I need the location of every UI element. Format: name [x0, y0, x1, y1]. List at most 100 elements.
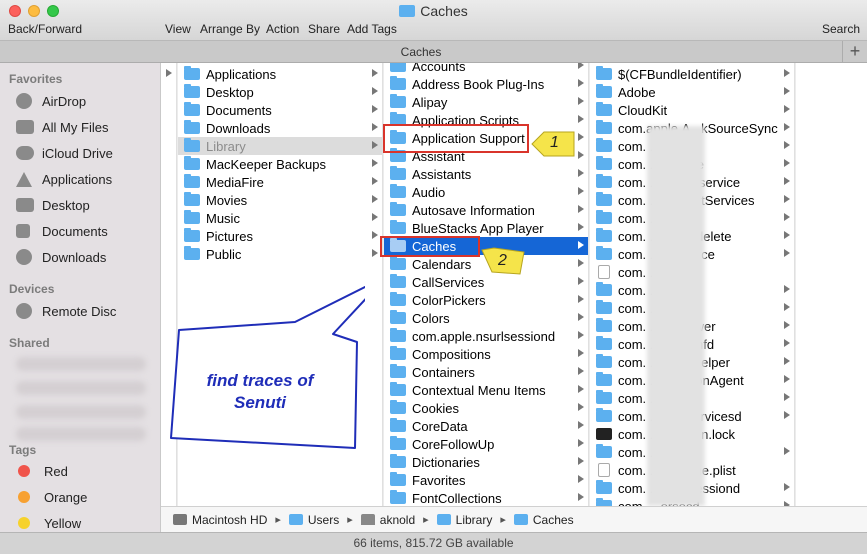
sidebar-tag-yellow[interactable]: Yellow: [16, 513, 81, 532]
list-item[interactable]: MacKeeper Backups: [178, 155, 382, 173]
list-item[interactable]: $(CFBundleIdentifier): [590, 65, 794, 83]
column-empty[interactable]: [796, 63, 867, 506]
path-library[interactable]: Library: [436, 513, 492, 527]
search-button[interactable]: Search: [822, 22, 860, 36]
terminal-icon: [596, 428, 612, 440]
path-users[interactable]: Users: [288, 513, 339, 527]
path-macintosh-hd[interactable]: Macintosh HD: [173, 513, 267, 527]
list-item[interactable]: Alipay: [384, 93, 588, 111]
list-item[interactable]: MediaFire: [178, 173, 382, 191]
list-item[interactable]: Dictionaries: [384, 453, 588, 471]
list-item-label: Colors: [412, 310, 450, 326]
folder-icon: [596, 210, 612, 224]
folder-icon: [596, 480, 612, 494]
arrange-by-button[interactable]: Arrange By: [200, 22, 260, 36]
folder-icon: [184, 156, 200, 170]
list-item[interactable]: Adobe: [590, 83, 794, 101]
tag-orange-dot-icon: [18, 491, 30, 503]
list-item[interactable]: Audio: [384, 183, 588, 201]
list-item-label: $(CFBundleIdentifier): [618, 66, 742, 82]
list-item[interactable]: CoreData: [384, 417, 588, 435]
sidebar-item-applications[interactable]: Applications: [16, 169, 112, 189]
list-item[interactable]: FontCollections: [384, 489, 588, 506]
new-tab-button[interactable]: +: [842, 41, 867, 63]
list-item-label: Adobe: [618, 84, 656, 100]
list-item[interactable]: Contextual Menu Items: [384, 381, 588, 399]
chevron-right-icon: [578, 331, 584, 339]
sidebar-item-desktop[interactable]: Desktop: [16, 195, 90, 215]
list-item[interactable]: CoreFollowUp: [384, 435, 588, 453]
path-aknold[interactable]: aknold: [360, 513, 415, 527]
blurred-shared-item: [16, 357, 146, 371]
chevron-right-icon: [578, 367, 584, 375]
list-item[interactable]: Library: [178, 137, 382, 155]
chevron-right-icon: [578, 421, 584, 429]
list-item[interactable]: Autosave Information: [384, 201, 588, 219]
sidebar-header-shared: Shared: [9, 336, 50, 350]
sidebar-item-documents[interactable]: Documents: [16, 221, 108, 241]
list-item[interactable]: BlueStacks App Player: [384, 219, 588, 237]
chevron-right-icon: [784, 231, 790, 239]
folder-icon: [390, 454, 406, 468]
list-item[interactable]: Music: [178, 209, 382, 227]
action-button[interactable]: Action: [266, 22, 299, 36]
sidebar-item-airdrop[interactable]: AirDrop: [16, 91, 86, 111]
list-item[interactable]: Downloads: [178, 119, 382, 137]
sidebar-tag-red[interactable]: Red: [16, 461, 68, 481]
list-item[interactable]: Assistants: [384, 165, 588, 183]
tab-caches[interactable]: Caches: [0, 45, 842, 59]
sidebar-header-favorites: Favorites: [9, 72, 63, 86]
view-button[interactable]: View: [165, 22, 191, 36]
chevron-right-icon: [372, 213, 378, 221]
list-item[interactable]: Accounts: [384, 63, 588, 75]
chevron-right-icon: [578, 475, 584, 483]
chevron-right-icon: [372, 123, 378, 131]
list-item[interactable]: Address Book Plug-Ins: [384, 75, 588, 93]
folder-icon: [390, 382, 406, 396]
list-item[interactable]: Colors: [384, 309, 588, 327]
sidebar-item-downloads[interactable]: Downloads: [16, 247, 106, 267]
list-item[interactable]: com.apple.nsurlsessiond: [384, 327, 588, 345]
folder-icon: [390, 310, 406, 324]
list-item[interactable]: Compositions: [384, 345, 588, 363]
add-tags-button[interactable]: Add Tags: [347, 22, 397, 36]
list-item-label: Cookies: [412, 400, 459, 416]
chevron-right-icon: [372, 105, 378, 113]
list-item[interactable]: Containers: [384, 363, 588, 381]
list-item[interactable]: Favorites: [384, 471, 588, 489]
folder-icon: [596, 102, 612, 116]
list-item[interactable]: Cookies: [384, 399, 588, 417]
disc-icon: [16, 303, 32, 319]
folder-icon: [390, 418, 406, 432]
list-item-label: Library: [206, 138, 246, 154]
folder-icon: [596, 138, 612, 152]
list-item[interactable]: Documents: [178, 101, 382, 119]
sidebar-item-all-my-files[interactable]: All My Files: [16, 117, 108, 137]
sidebar-item-remote-disc[interactable]: Remote Disc: [16, 301, 116, 321]
list-item[interactable]: ColorPickers: [384, 291, 588, 309]
chevron-right-icon: [578, 63, 584, 69]
list-item-label: Address Book Plug-Ins: [412, 76, 545, 92]
folder-icon: [390, 184, 406, 198]
list-item-label: CallServices: [412, 274, 485, 290]
list-item[interactable]: Movies: [178, 191, 382, 209]
folder-icon: [184, 66, 200, 80]
list-item[interactable]: Applications: [178, 65, 382, 83]
folder-icon: [596, 372, 612, 386]
list-item[interactable]: Desktop: [178, 83, 382, 101]
list-item[interactable]: Public: [178, 245, 382, 263]
sidebar-tag-orange[interactable]: Orange: [16, 487, 87, 507]
chevron-right-icon: [784, 411, 790, 419]
path-caches[interactable]: Caches: [513, 513, 574, 527]
back-forward-button[interactable]: Back/Forward: [8, 22, 82, 36]
list-item[interactable]: CloudKit: [590, 101, 794, 119]
sidebar-item-icloud-drive[interactable]: iCloud Drive: [16, 143, 113, 163]
list-item-label: CloudKit: [618, 102, 668, 118]
folder-icon: [390, 400, 406, 414]
sidebar-header-devices: Devices: [9, 282, 55, 296]
list-item[interactable]: Pictures: [178, 227, 382, 245]
folder-icon: [184, 174, 200, 188]
chevron-right-icon: [784, 375, 790, 383]
share-button[interactable]: Share: [308, 22, 340, 36]
chevron-right-icon: [372, 249, 378, 257]
